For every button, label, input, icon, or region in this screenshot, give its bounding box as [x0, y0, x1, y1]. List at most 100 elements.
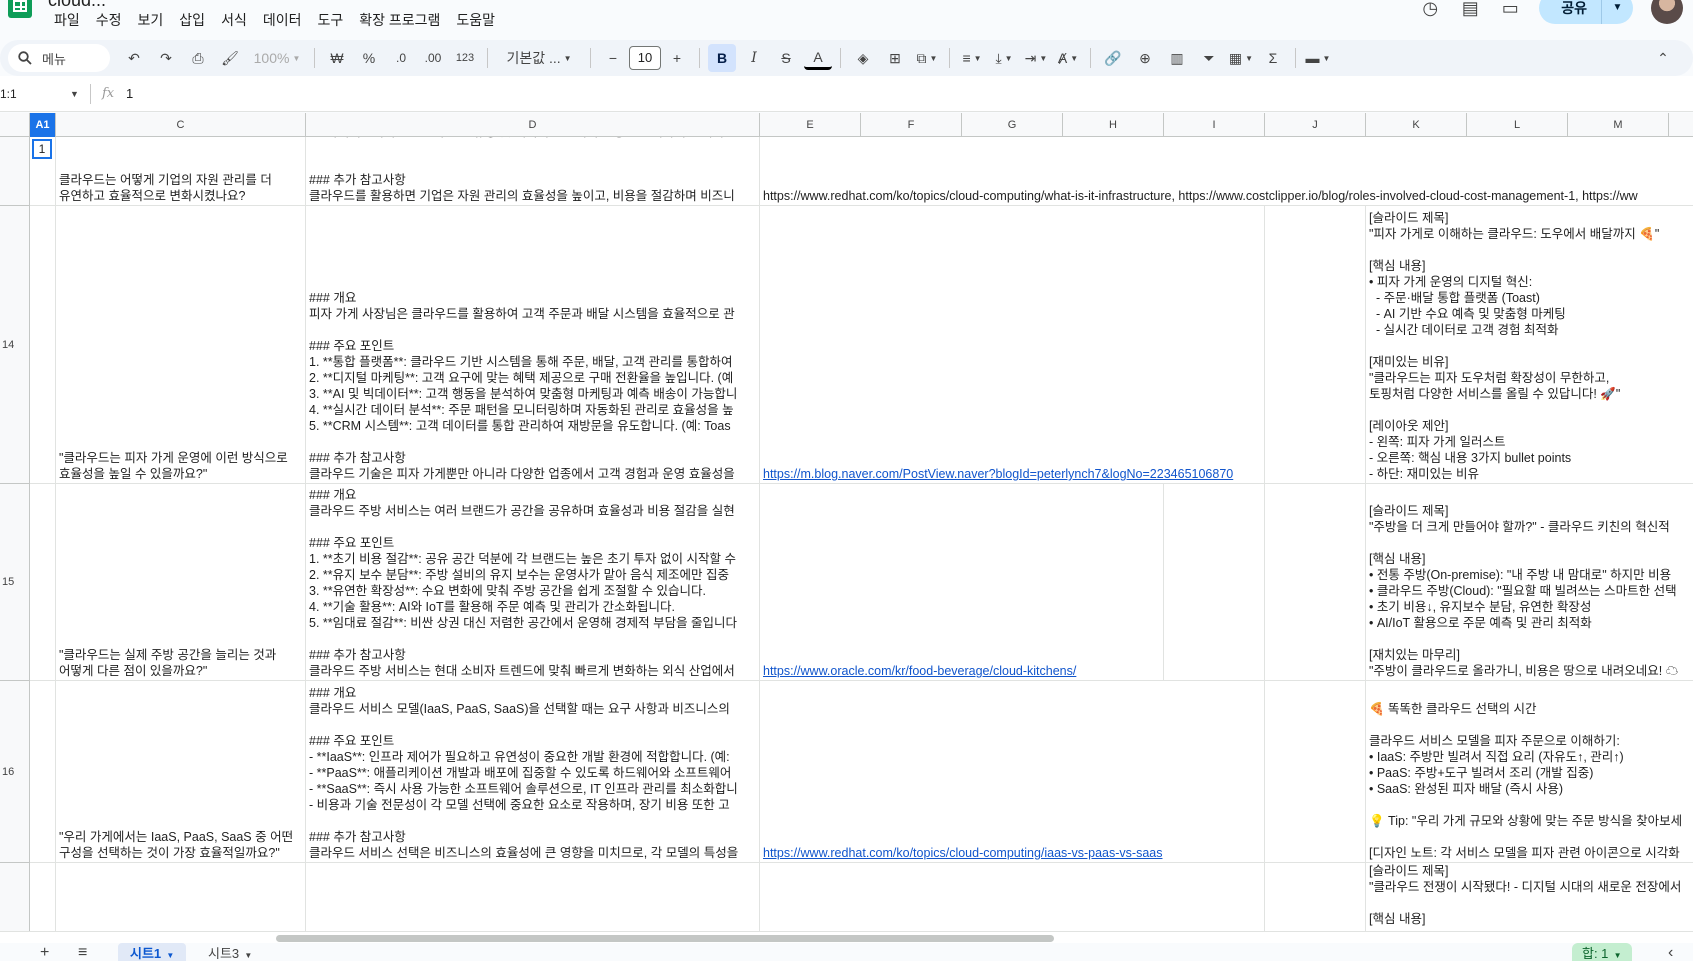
cell-k[interactable]: 🍕 똑똑한 클라우드 선택의 시간 클라우드 서비스 모델을 피자 주문으로 이…	[1366, 681, 1693, 862]
row-header[interactable]: 15	[0, 484, 30, 681]
cell-j[interactable]	[1265, 484, 1366, 680]
column-header-i[interactable]: I	[1164, 113, 1265, 137]
bold-button[interactable]: B	[708, 44, 736, 72]
merge-cells-icon[interactable]: ⧉ ▼	[913, 44, 941, 72]
font-size-input[interactable]: 10	[629, 46, 661, 70]
filter-icon[interactable]: ⏷	[1195, 44, 1223, 72]
column-header-e[interactable]: E	[760, 113, 861, 137]
decrease-decimal-button[interactable]: .0	[387, 44, 415, 72]
cell-j[interactable]	[1265, 863, 1366, 931]
column-header-g[interactable]: G	[962, 113, 1063, 137]
menu-search-box[interactable]: 메뉴	[8, 44, 110, 72]
cell-c[interactable]: "우리 가게에서는 IaaS, PaaS, SaaS 중 어떤 구성을 선택하는…	[56, 681, 306, 862]
paint-format-icon[interactable]: 🖌	[216, 44, 244, 72]
all-sheets-icon[interactable]: ≡	[78, 943, 87, 961]
menu-extensions[interactable]: 확장 프로그램	[351, 10, 448, 30]
collapse-toolbar-icon[interactable]: ⌃	[1649, 44, 1677, 72]
cell-d[interactable]	[306, 863, 760, 931]
column-header-d[interactable]: D	[306, 113, 760, 137]
cell-e[interactable]	[760, 863, 1265, 931]
cell-a[interactable]	[30, 681, 56, 862]
spreadsheet-grid[interactable]: A1 C D E F G H I J K L M 클라우드는 어떻게 기업의 자…	[0, 113, 1693, 931]
cell-i[interactable]	[1164, 484, 1265, 680]
column-header-k[interactable]: K	[1366, 113, 1467, 137]
cell-j[interactable]	[1265, 206, 1366, 483]
menu-file[interactable]: 파일	[46, 10, 88, 30]
print-icon[interactable]: ⎙	[184, 44, 212, 72]
cell-d[interactable]: - **하이퍼컨버지드 인프라**: 컴퓨팅 및 데이터 스토리지를 통합 관리…	[306, 137, 760, 205]
text-wrapping-icon[interactable]: ⇥ ▼	[1022, 44, 1050, 72]
scrollbar-thumb[interactable]	[276, 935, 1054, 942]
strikethrough-icon[interactable]: S	[772, 44, 800, 72]
formula-input[interactable]: 1	[126, 76, 133, 112]
cell-e[interactable]: https://www.redhat.com/ko/topics/cloud-c…	[760, 681, 1265, 862]
share-button[interactable]: 공유 ▼	[1539, 0, 1633, 24]
zoom-select[interactable]: 100% ▼	[248, 44, 306, 72]
text-color-icon[interactable]: A	[804, 46, 832, 70]
horizontal-align-icon[interactable]: ≡ ▼	[958, 44, 986, 72]
font-select[interactable]: 기본값 ... ▼	[496, 44, 582, 72]
cell-e[interactable]: https://m.blog.naver.com/PostView.naver?…	[760, 206, 1265, 483]
cell-k[interactable]: [슬라이드 제목] "피자 가게로 이해하는 클라우드: 도우에서 배달까지 🍕…	[1366, 206, 1693, 483]
menu-help[interactable]: 도움말	[448, 10, 503, 30]
horizontal-scrollbar[interactable]	[0, 931, 1693, 943]
avatar[interactable]	[1651, 0, 1683, 24]
cell-e[interactable]: https://www.redhat.com/ko/topics/cloud-c…	[760, 137, 1693, 205]
cell-e[interactable]: https://www.oracle.com/kr/food-beverage/…	[760, 484, 1164, 680]
cell-c[interactable]	[56, 863, 306, 931]
column-header-h[interactable]: H	[1063, 113, 1164, 137]
sheet-tab-dropdown-icon[interactable]: ▼	[164, 951, 174, 960]
menu-view[interactable]: 보기	[130, 10, 172, 30]
cell-e-link[interactable]: https://www.redhat.com/ko/topics/cloud-c…	[763, 845, 1261, 861]
sum-badge[interactable]: 합: 1 ▼	[1572, 943, 1632, 961]
filter-views-icon[interactable]: ▦ ▼	[1227, 44, 1255, 72]
cell-e-link[interactable]: https://m.blog.naver.com/PostView.naver?…	[763, 466, 1261, 482]
cell-a[interactable]	[30, 206, 56, 483]
sheets-logo-icon[interactable]	[8, 0, 32, 18]
menu-edit[interactable]: 수정	[88, 10, 130, 30]
cell-k[interactable]: [슬라이드 제목] "주방을 더 크게 만들어야 할까?" - 클라우드 키친의…	[1366, 484, 1693, 680]
column-header-a[interactable]: A1	[30, 113, 56, 137]
cell-c[interactable]: "클라우드는 실제 주방 공간을 늘리는 것과 어떻게 다른 점이 있을까요?"	[56, 484, 306, 680]
column-header-m[interactable]: M	[1568, 113, 1669, 137]
menu-format[interactable]: 서식	[213, 10, 255, 30]
insert-chart-icon[interactable]: ▥	[1163, 44, 1191, 72]
cell-a[interactable]	[30, 863, 56, 931]
vertical-align-icon[interactable]: ⤓ ▼	[990, 44, 1018, 72]
input-tools-icon[interactable]: ▬ ▼	[1304, 44, 1332, 72]
currency-format-button[interactable]: ₩	[323, 44, 351, 72]
selected-cell[interactable]: 1	[32, 139, 52, 159]
fill-color-icon[interactable]: ◈	[849, 44, 877, 72]
cell-c[interactable]: 클라우드는 어떻게 기업의 자원 관리를 더 유연하고 효율적으로 변화시켰나요…	[56, 137, 306, 205]
undo-icon[interactable]: ↶	[120, 44, 148, 72]
column-header-f[interactable]: F	[861, 113, 962, 137]
meet-icon[interactable]: ▭	[1499, 0, 1521, 19]
insert-comment-icon[interactable]: ⊕	[1131, 44, 1159, 72]
number-format-button[interactable]: 123	[451, 44, 479, 72]
menu-insert[interactable]: 삽입	[171, 10, 213, 30]
text-rotation-icon[interactable]: Ⱥ ▼	[1054, 44, 1082, 72]
cell-a[interactable]	[30, 484, 56, 680]
share-dropdown-icon[interactable]: ▼	[1601, 0, 1633, 24]
sheet-tab-dropdown-icon[interactable]: ▼	[242, 951, 252, 960]
collapse-side-panel-icon[interactable]: ‹	[1668, 943, 1673, 961]
cell-d[interactable]: ### 개요 클라우드 서비스 모델(IaaS, PaaS, SaaS)을 선택…	[306, 681, 760, 862]
column-header-l[interactable]: L	[1467, 113, 1568, 137]
cell-k[interactable]: [슬라이드 제목] "클라우드 전쟁이 시작됐다! - 디지털 시대의 새로운 …	[1366, 863, 1693, 931]
cell-d[interactable]: ### 개요 클라우드 주방 서비스는 여러 브랜드가 공간을 공유하며 효율성…	[306, 484, 760, 680]
cell-e-link[interactable]: https://www.oracle.com/kr/food-beverage/…	[763, 663, 1160, 679]
share-label[interactable]: 공유	[1539, 0, 1601, 24]
percent-format-button[interactable]: %	[355, 44, 383, 72]
select-all-corner[interactable]	[0, 113, 30, 137]
comments-icon[interactable]: ▤	[1459, 0, 1481, 19]
redo-icon[interactable]: ↷	[152, 44, 180, 72]
row-header[interactable]	[0, 137, 30, 206]
cell-c[interactable]: "클라우드는 피자 가게 운영에 이런 방식으로 효율성을 높일 수 있을까요?…	[56, 206, 306, 483]
cell-j[interactable]	[1265, 681, 1366, 862]
column-header-j[interactable]: J	[1265, 113, 1366, 137]
italic-button[interactable]: I	[740, 44, 768, 72]
row-header[interactable]: 16	[0, 681, 30, 863]
history-icon[interactable]: ◷	[1419, 0, 1441, 19]
increase-font-size-icon[interactable]: +	[663, 44, 691, 72]
increase-decimal-button[interactable]: .00	[419, 44, 447, 72]
